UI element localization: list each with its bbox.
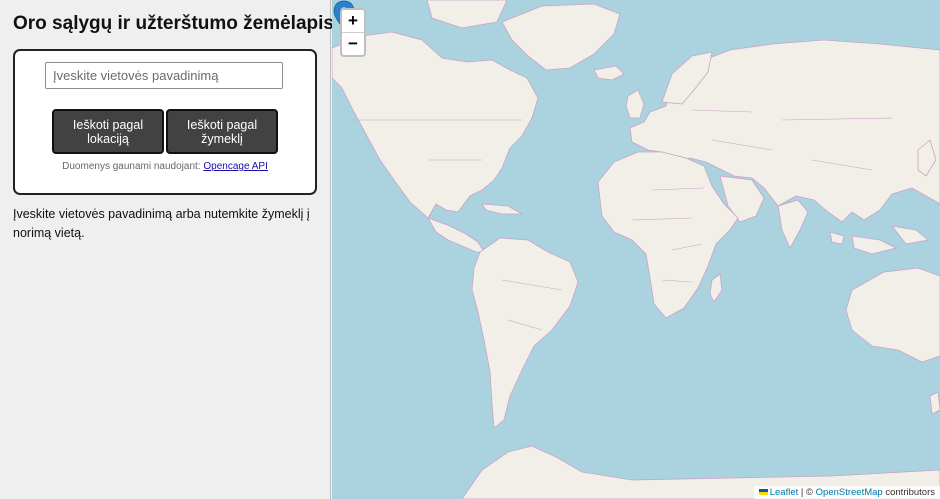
india-landmass — [777, 199, 809, 249]
iceland-landmass — [593, 65, 625, 81]
australia-landmass — [845, 267, 940, 363]
world-map-tiles — [332, 0, 940, 499]
central-america-landmass — [427, 217, 485, 253]
north-america-landmass — [332, 31, 539, 219]
map[interactable]: + − Leaflet | © OpenStreetMap contributo… — [332, 0, 940, 499]
credit-prefix: Duomenys gaunami naudojant: — [62, 161, 201, 172]
search-panel: Ieškoti pagal lokaciją Ieškoti pagal žym… — [13, 49, 317, 195]
map-attribution: Leaflet | © OpenStreetMap contributors — [753, 486, 940, 499]
greenland-landmass — [501, 3, 621, 71]
search-by-marker-button[interactable]: Ieškoti pagal žymeklį — [166, 109, 278, 154]
arctic-islands — [426, 0, 508, 29]
sidebar: Oro sąlygų ir užterštumo žemėlapis Ieško… — [0, 0, 334, 499]
instructions-text: Įveskite vietovės pavadinimą arba nutemk… — [13, 207, 310, 240]
attribution-suffix: contributors — [882, 487, 935, 498]
zoom-control: + − — [340, 8, 366, 57]
zoom-in-button[interactable]: + — [342, 10, 364, 33]
openstreetmap-link[interactable]: OpenStreetMap — [816, 487, 883, 498]
zoom-out-button[interactable]: − — [342, 33, 364, 55]
attribution-separator: | © — [798, 487, 816, 498]
opencage-api-link[interactable]: Opencage API — [203, 161, 268, 172]
british-isles-landmass — [625, 89, 645, 119]
south-america-landmass — [471, 237, 579, 429]
location-search-input[interactable] — [45, 62, 283, 89]
new-zealand-landmass — [929, 391, 940, 415]
southeast-asia-islands — [829, 225, 929, 255]
search-by-location-button[interactable]: Ieškoti pagal lokaciją — [52, 109, 164, 154]
data-credit: Duomenys gaunami naudojant: Opencage API — [15, 161, 315, 172]
leaflet-link[interactable]: Leaflet — [770, 487, 799, 498]
page-title: Oro sąlygų ir užterštumo žemėlapis — [13, 13, 334, 34]
ukraine-flag-icon — [758, 489, 768, 496]
madagascar-landmass — [709, 273, 723, 303]
cuba-landmass — [481, 203, 523, 215]
